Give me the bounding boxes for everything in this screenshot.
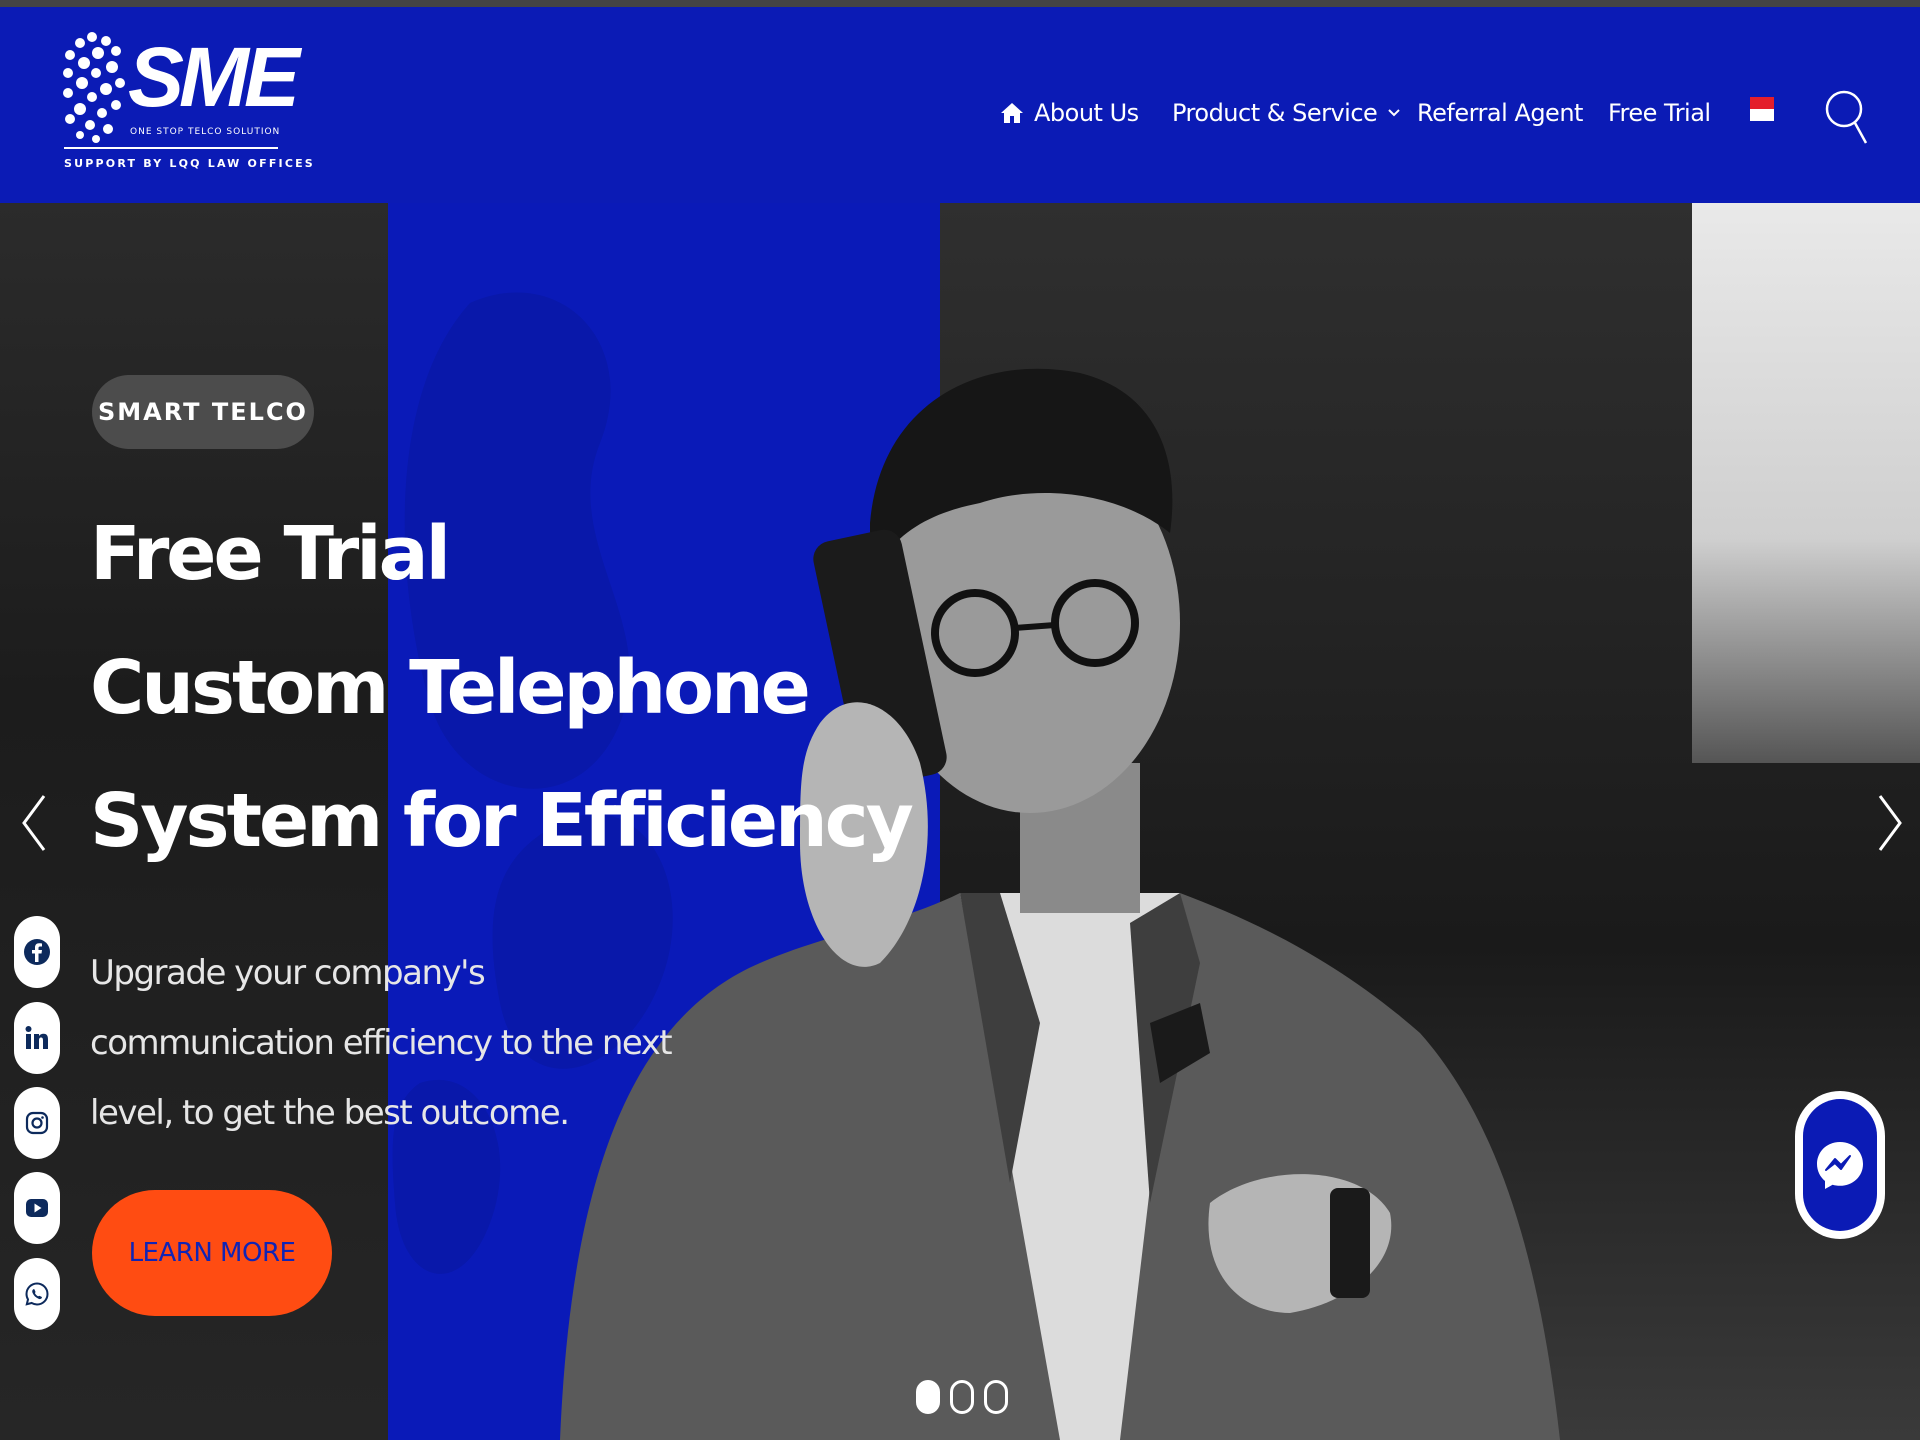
home-icon	[1001, 103, 1023, 123]
whatsapp-icon	[25, 1282, 49, 1306]
linkedin-button[interactable]	[14, 1002, 60, 1074]
linkedin-icon	[25, 1026, 48, 1049]
nav-free-trial[interactable]: Free Trial	[1608, 93, 1711, 133]
slide-dot-1[interactable]	[916, 1380, 940, 1414]
instagram-button[interactable]	[14, 1087, 60, 1159]
facebook-button[interactable]	[14, 916, 60, 988]
site-header: SME ONE STOP TELCO SOLUTION SUPPORT BY L…	[0, 7, 1920, 203]
nav-referral-agent[interactable]: Referral Agent	[1417, 93, 1583, 133]
youtube-icon	[26, 1199, 48, 1217]
messenger-icon	[1817, 1142, 1863, 1189]
sme-logo[interactable]: SME ONE STOP TELCO SOLUTION SUPPORT BY L…	[62, 23, 313, 175]
nav-free-trial-label: Free Trial	[1608, 99, 1711, 127]
brand-tagline: ONE STOP TELCO SOLUTION	[130, 127, 281, 137]
slider-prev-arrow-icon[interactable]	[14, 788, 54, 858]
brand-support: SUPPORT BY LQQ LAW OFFICES	[64, 157, 315, 170]
instagram-icon	[25, 1111, 49, 1135]
hero-headline-line-1: Free Trial	[90, 511, 451, 597]
nav-about-us[interactable]: About Us	[1000, 93, 1139, 133]
hero-slider: SMART TELCO Free Trial Custom Telephone …	[0, 203, 1920, 1440]
nav-about-us-label: About Us	[1034, 99, 1139, 127]
nav-product-service-label: Product & Service	[1172, 99, 1378, 127]
browser-top-edge	[0, 0, 1920, 7]
brand-name: SME	[128, 30, 300, 124]
whatsapp-button[interactable]	[14, 1258, 60, 1330]
globe-logo-icon	[63, 32, 125, 143]
slider-next-arrow-icon[interactable]	[1870, 788, 1910, 858]
youtube-button[interactable]	[14, 1172, 60, 1244]
search-icon[interactable]	[1824, 81, 1868, 147]
messenger-chat-button[interactable]	[1795, 1091, 1885, 1239]
hero-headline-line-2: Custom Telephone	[90, 645, 811, 731]
logo-divider	[64, 147, 278, 149]
indonesia-flag-icon[interactable]	[1750, 97, 1774, 123]
facebook-icon	[24, 939, 50, 965]
slide-dot-2[interactable]	[950, 1380, 974, 1414]
nav-product-service[interactable]: Product & Service	[1172, 93, 1401, 133]
slider-pagination	[916, 1380, 1008, 1414]
nav-referral-agent-label: Referral Agent	[1417, 99, 1583, 127]
chevron-down-icon	[1388, 109, 1401, 117]
slide-dot-3[interactable]	[984, 1380, 1008, 1414]
hero-badge: SMART TELCO	[92, 375, 314, 449]
hero-headline-line-3: System for Efficiency	[90, 778, 914, 864]
learn-more-button[interactable]: LEARN MORE	[92, 1190, 332, 1316]
hero-description: Upgrade your company's communication eff…	[90, 953, 673, 1133]
